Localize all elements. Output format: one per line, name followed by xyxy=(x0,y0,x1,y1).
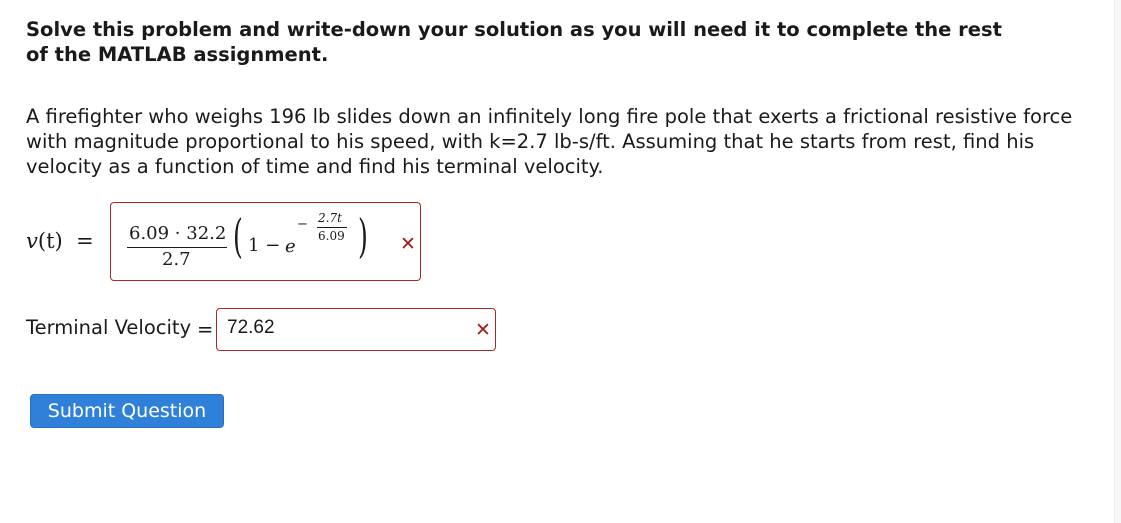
exponent-denominator: 6.09 xyxy=(318,229,345,243)
submit-question-button[interactable]: Submit Question xyxy=(30,394,224,428)
velocity-function-arg: (t) xyxy=(37,229,63,253)
velocity-label: v(t) = xyxy=(26,229,94,253)
incorrect-icon: ✕ xyxy=(400,233,416,255)
fraction-numerator: 6.09 · 32.2 xyxy=(129,223,227,244)
exponent-fraction-bar xyxy=(317,227,347,228)
terminal-velocity-equals: = xyxy=(197,318,214,341)
open-paren: ( xyxy=(233,209,243,263)
close-paren: ) xyxy=(358,209,368,263)
problem-statement: A firefighter who weighs 196 lb slides d… xyxy=(26,105,1073,178)
question-page: Solve this problem and write-down your s… xyxy=(0,0,1121,523)
exponential-base: e xyxy=(285,236,296,257)
fraction-denominator: 2.7 xyxy=(162,249,191,270)
velocity-function-name: v xyxy=(26,229,38,253)
incorrect-icon: ✕ xyxy=(475,319,491,341)
terminal-velocity-label: Terminal Velocity xyxy=(26,316,192,339)
instructions-text: Solve this problem and write-down your s… xyxy=(26,18,1002,66)
exponent-sign: − xyxy=(297,217,308,232)
velocity-equals: = xyxy=(76,229,94,253)
one-minus-term: 1 − xyxy=(248,235,281,256)
page-edge-divider xyxy=(1114,0,1121,523)
fraction-bar xyxy=(127,247,227,248)
exponent-numerator: 2.7t xyxy=(318,211,342,225)
velocity-answer-field[interactable]: 6.09 · 32.2 2.7 ( 1 − e − 2.7t 6.09 ) xyxy=(110,202,421,281)
terminal-velocity-input[interactable]: 72.62 xyxy=(216,308,496,351)
